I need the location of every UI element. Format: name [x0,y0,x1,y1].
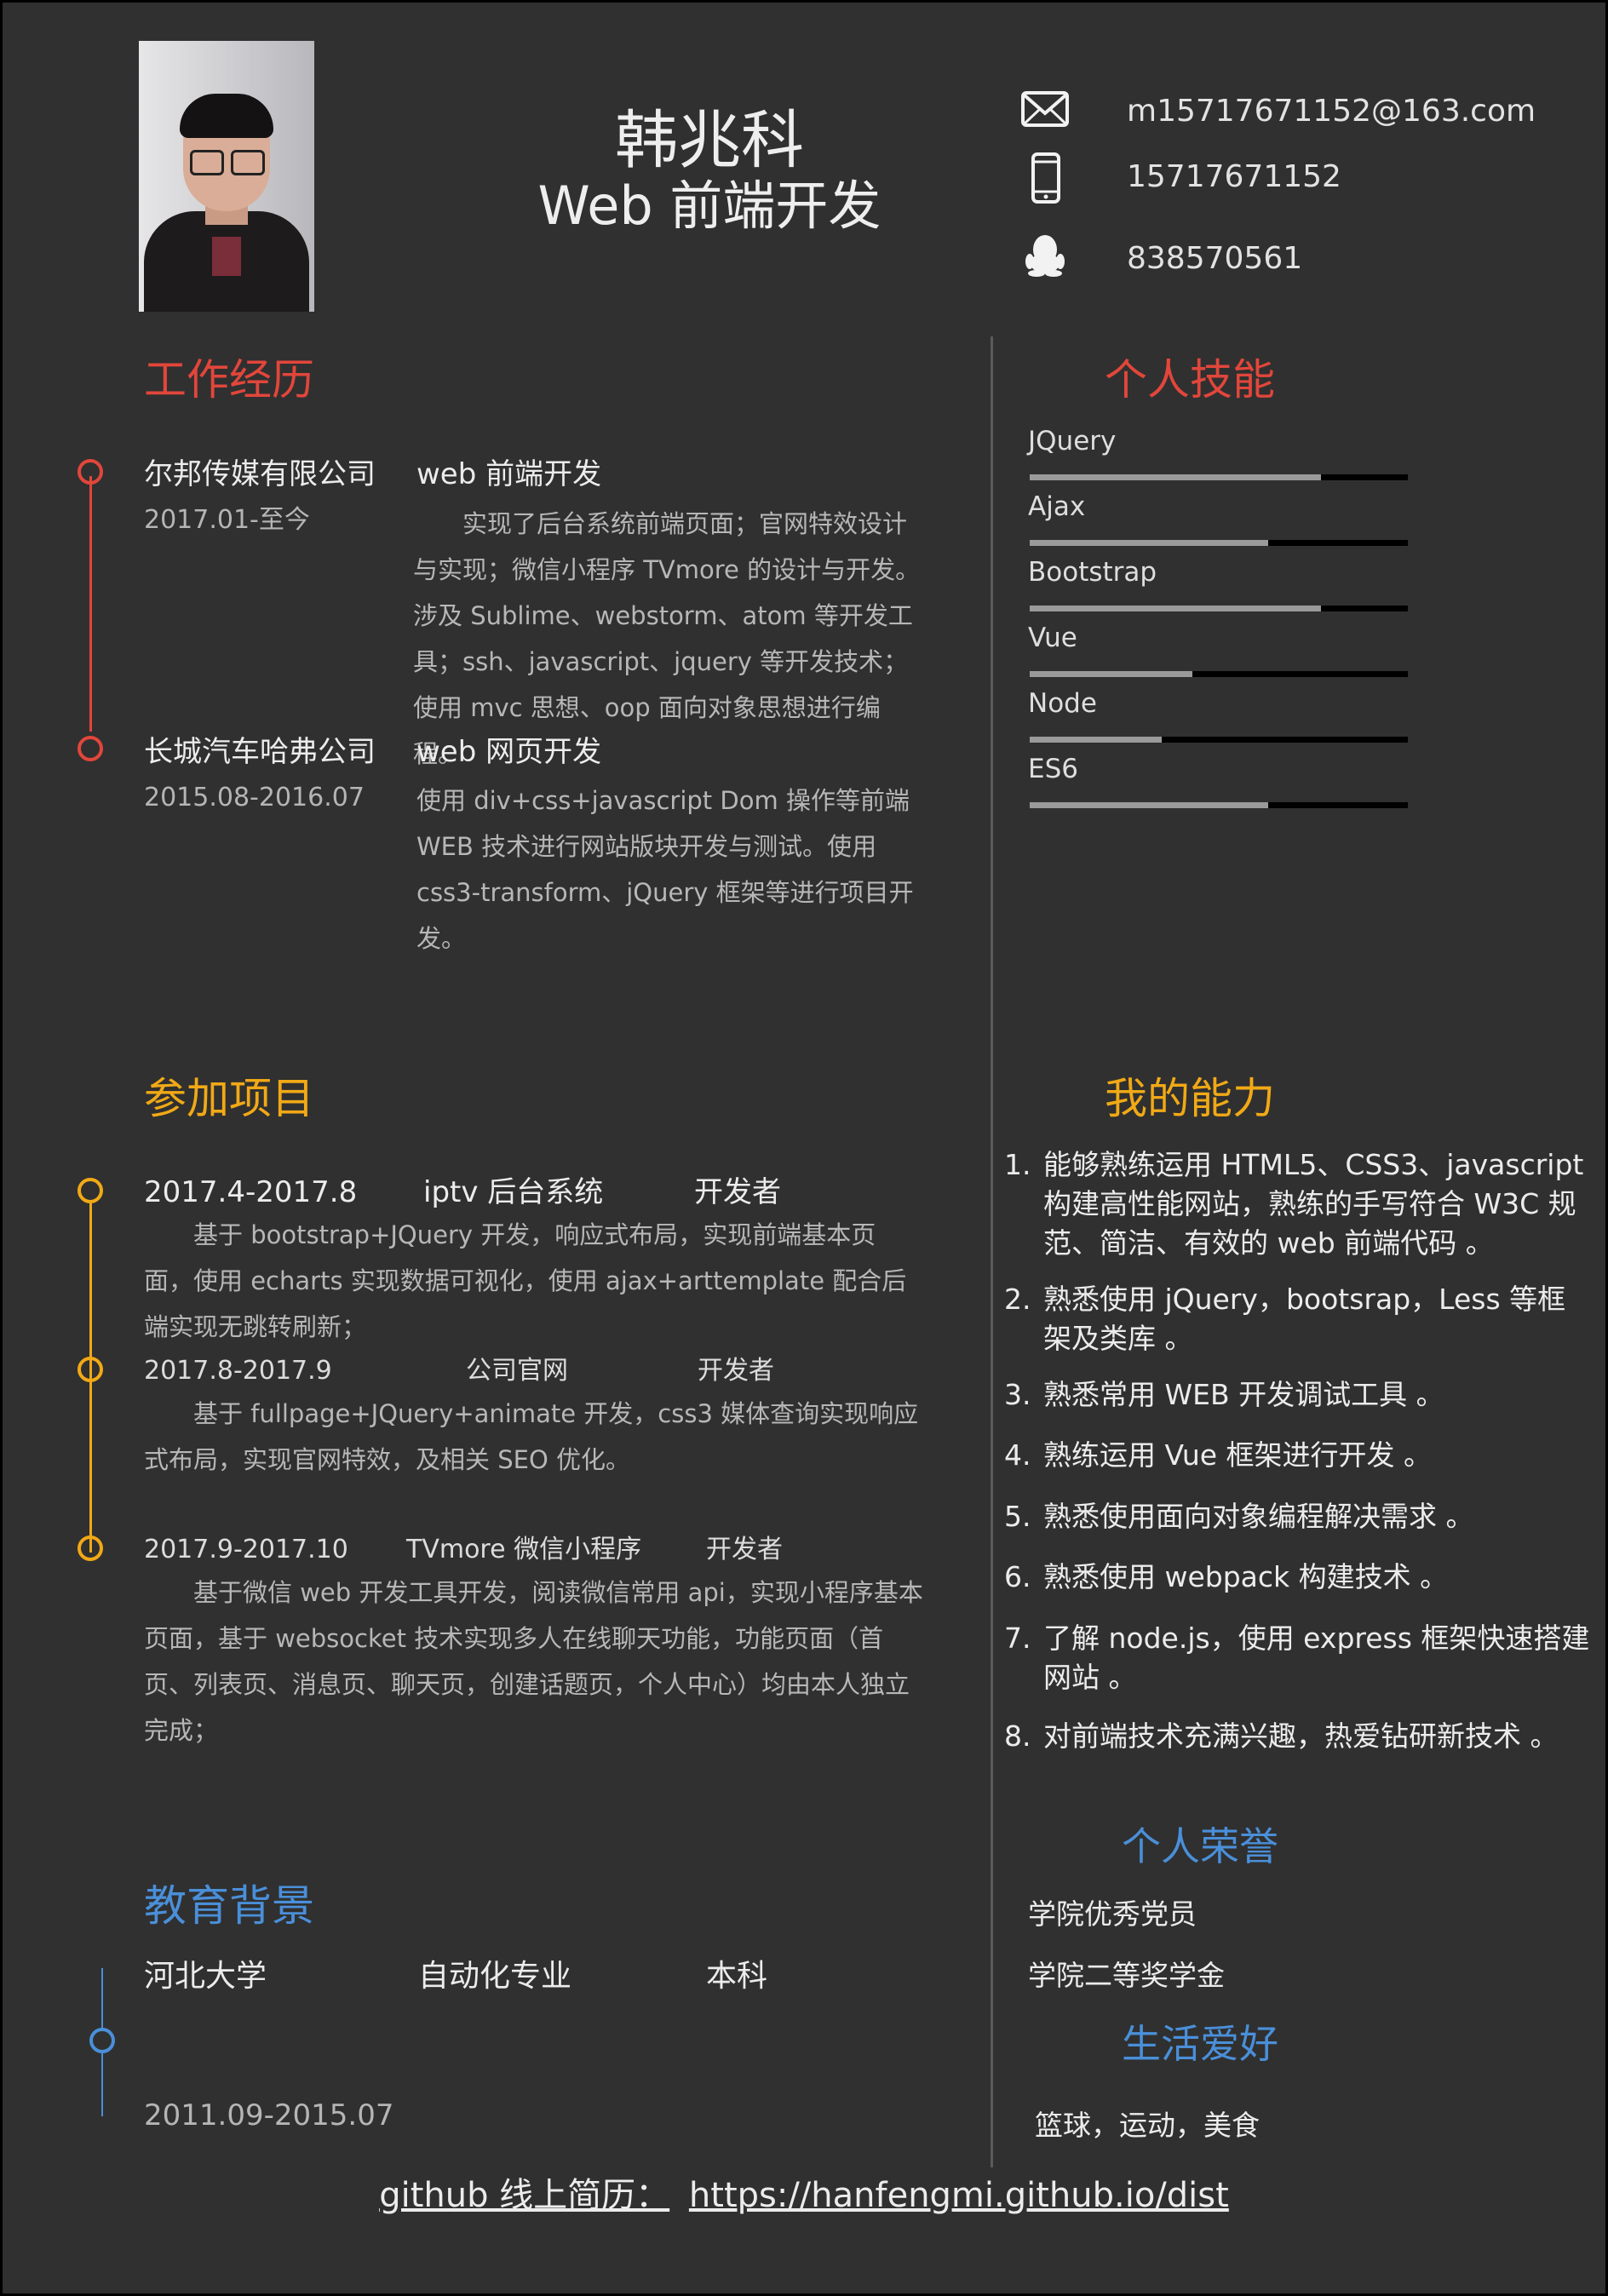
skill-name: Node [1028,688,1097,719]
envelope-icon [1021,91,1069,127]
ability-text: 熟悉使用面向对象编程解决需求 。 [1043,1500,1474,1533]
profile-photo [139,41,314,312]
skill-level-fill [1030,737,1163,743]
work-section-title: 工作经历 [144,355,314,405]
project-timeline-dot [78,1357,103,1382]
ability-text: 熟悉常用 WEB 开发调试工具 。 [1043,1378,1444,1411]
skills-section-title: 个人技能 [1105,355,1275,405]
hobbies-text: 篮球，运动，美食 [1035,2109,1260,2142]
ability-number: 4. [1004,1438,1031,1472]
project-role: 开发者 [698,1356,774,1386]
work-timeline-line [89,476,92,732]
ability-item: 1. 能够熟练运用 HTML5、CSS3、javascript 构建高性能网站，熟… [1004,1145,1592,1263]
skill-level-fill [1030,802,1268,808]
project-timeline-dot [78,1535,103,1561]
education-school: 河北大学 [144,1959,267,1994]
skill-name: JQuery [1028,426,1117,456]
ability-number: 6. [1004,1560,1031,1593]
project-description: 基于 fullpage+JQuery+animate 开发，css3 媒体查询实… [144,1399,919,1474]
ability-item: 3. 熟悉常用 WEB 开发调试工具 。 [1004,1375,1592,1415]
education-period: 2011.09-2015.07 [144,2098,394,2132]
ability-text: 对前端技术充满兴趣，热爱钻研新技术 。 [1043,1719,1559,1753]
qq-icon [1025,235,1065,277]
skill-level-bar [1030,606,1408,611]
education-section-title: 教育背景 [144,1881,314,1931]
ability-text: 了解 node.js，使用 express 框架快速搭建网站 。 [1043,1622,1590,1694]
job-title: Web 前端开发 [537,175,882,237]
project-timeline-dot [78,1178,103,1203]
project-description: 基于微信 web 开发工具开发，阅读微信常用 api，实现小程序基本页面，基于 … [144,1578,923,1745]
email-text: m15717671152@163.com [1127,94,1536,129]
project-description: 基于 bootstrap+JQuery 开发，响应式布局，实现前端基本页面，使用… [144,1220,907,1341]
ability-number: 1. [1004,1148,1031,1181]
ability-number: 2. [1004,1283,1031,1316]
education-timeline-dot [89,2028,115,2053]
skill-level-bar [1030,474,1408,480]
work-timeline-dot [78,459,103,485]
projects-section-title: 参加项目 [144,1074,314,1123]
project-period: 2017.4-2017.8 [144,1175,358,1209]
person-name: 韩兆科 [615,104,804,177]
honors-section-title: 个人荣誉 [1122,1823,1278,1869]
ability-text: 能够熟练运用 HTML5、CSS3、javascript 构建高性能网站，熟练的… [1043,1148,1584,1260]
ability-item: 7. 了解 node.js，使用 express 框架快速搭建网站 。 [1004,1619,1592,1697]
ability-section-title: 我的能力 [1105,1074,1275,1123]
work-company: 尔邦传媒有限公司 [144,457,376,491]
work-period: 2017.01-至今 [144,505,310,535]
ability-item: 5. 熟悉使用面向对象编程解决需求 。 [1004,1497,1592,1536]
skill-level-fill [1030,671,1192,677]
education-major: 自动化专业 [418,1959,572,1994]
work-timeline-dot [78,736,103,761]
skill-level-bar [1030,802,1408,808]
ability-item: 4. 熟练运用 Vue 框架进行开发 。 [1004,1436,1592,1475]
ability-item: 6. 熟悉使用 webpack 构建技术 。 [1004,1558,1592,1597]
work-role: web 前端开发 [416,457,602,491]
skill-level-fill [1030,606,1321,611]
work-description: 使用 div+css+javascript Dom 操作等前端 WEB 技术进行… [416,786,914,953]
ability-number: 7. [1004,1622,1031,1655]
qq-number-text: 838570561 [1127,241,1303,276]
skill-level-bar [1030,671,1408,677]
honor-item: 学院二等奖学金 [1028,1959,1225,1992]
project-role: 开发者 [706,1535,783,1564]
project-name: TVmore 微信小程序 [406,1535,642,1564]
column-divider [991,336,993,2167]
skill-level-bar [1030,540,1408,546]
phone-text: 15717671152 [1127,159,1341,194]
project-name: 公司官网 [466,1356,568,1386]
mobile-phone-icon [1031,152,1060,204]
ability-text: 熟悉使用 jQuery，bootsrap，Less 等框架及类库 。 [1043,1283,1566,1355]
hobbies-section-title: 生活爱好 [1122,2021,1278,2067]
project-period: 2017.9-2017.10 [144,1535,348,1564]
ability-number: 8. [1004,1719,1031,1753]
skill-name: Vue [1028,623,1077,653]
work-company: 长城汽车哈弗公司 [144,735,376,769]
honor-item: 学院优秀党员 [1028,1897,1197,1931]
skill-name: ES6 [1028,754,1078,784]
project-role: 开发者 [694,1175,781,1209]
skill-level-fill [1030,474,1321,480]
skill-name: Bootstrap [1028,557,1157,588]
skill-level-bar [1030,737,1408,743]
education-degree: 本科 [706,1959,768,1994]
work-role: web 网页开发 [416,735,602,769]
project-name: iptv 后台系统 [423,1175,604,1209]
skill-level-fill [1030,540,1268,546]
ability-text: 熟练运用 Vue 框架进行开发 。 [1043,1438,1433,1472]
github-resume-link[interactable]: https://hanfengmi.github.io/dist [689,2176,1229,2215]
ability-number: 5. [1004,1500,1031,1533]
resume-page: 韩兆科 Web 前端开发 m15717671152@163.com 157176… [3,3,1605,2293]
skill-name: Ajax [1028,491,1086,522]
work-period: 2015.08-2016.07 [144,783,365,812]
project-period: 2017.8-2017.9 [144,1356,332,1386]
ability-item: 8. 对前端技术充满兴趣，热爱钻研新技术 。 [1004,1717,1592,1756]
footer: github 线上简历： https://hanfengmi.github.io… [3,2178,1605,2213]
footer-label: github 线上简历： [379,2176,670,2215]
ability-number: 3. [1004,1378,1031,1411]
ability-text: 熟悉使用 webpack 构建技术 。 [1043,1560,1449,1593]
ability-item: 2. 熟悉使用 jQuery，bootsrap，Less 等框架及类库 。 [1004,1280,1592,1358]
